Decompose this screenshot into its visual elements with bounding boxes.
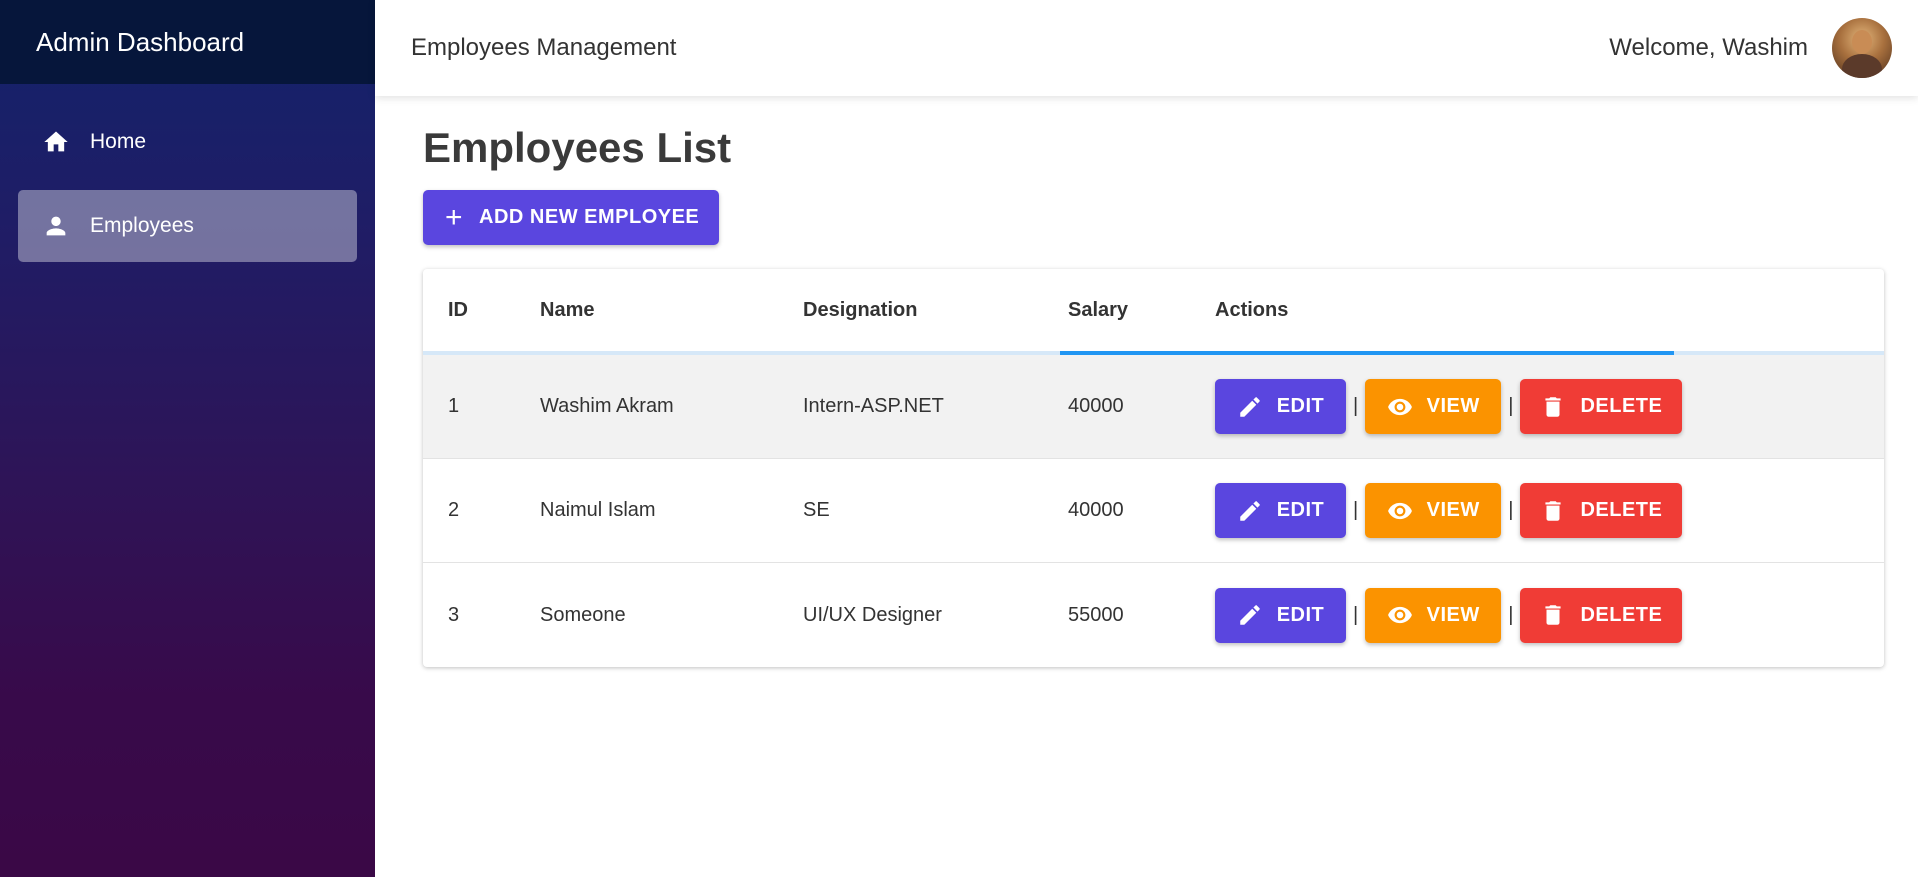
cell-designation: UI/UX Designer — [803, 603, 942, 626]
cell-salary: 40000 — [1068, 499, 1124, 521]
sidebar-item-label: Employees — [90, 214, 194, 237]
welcome-text: Welcome, Washim — [1609, 34, 1808, 61]
cell-salary: 55000 — [1068, 603, 1124, 626]
eye-icon — [1387, 606, 1412, 624]
topbar-title: Employees Management — [411, 34, 677, 61]
avatar[interactable] — [1832, 18, 1892, 78]
delete-label: DELETE — [1580, 603, 1663, 626]
sidebar-item-label: Home — [90, 130, 147, 153]
cell-id: 2 — [448, 499, 460, 521]
separator: | — [1508, 603, 1514, 626]
add-new-employee-button[interactable]: + ADD NEW EMPLOYEE — [423, 190, 719, 245]
pencil-icon — [1239, 396, 1260, 417]
sidebar-nav: Home Employees — [0, 84, 375, 262]
view-button[interactable]: VIEW — [1365, 587, 1502, 643]
avatar-body — [1842, 54, 1882, 78]
eye-icon — [1387, 502, 1412, 519]
add-button-label: ADD NEW EMPLOYEE — [479, 206, 700, 228]
view-label: VIEW — [1426, 395, 1480, 417]
trash-icon — [1545, 500, 1562, 521]
separator: | — [1353, 499, 1359, 521]
delete-button[interactable]: DELETE — [1520, 379, 1683, 434]
edit-label: EDIT — [1276, 499, 1325, 521]
cell-designation: SE — [803, 499, 830, 521]
separator: | — [1353, 603, 1359, 626]
cell-actions: EDIT | VIEW | DELETE — [1190, 587, 1884, 643]
sidebar: Admin Dashboard Home Employees — [0, 0, 375, 877]
cell-id: 3 — [448, 603, 460, 626]
edit-label: EDIT — [1276, 603, 1325, 626]
cell-id: 1 — [448, 395, 460, 417]
column-header-actions: Actions — [1215, 298, 1289, 321]
user-area: Welcome, Washim — [1609, 18, 1892, 78]
sidebar-item-home[interactable]: Home — [18, 106, 357, 178]
column-header-id: ID — [448, 298, 468, 321]
separator: | — [1353, 395, 1359, 417]
separator: | — [1508, 499, 1514, 521]
eye-icon — [1387, 398, 1412, 415]
employees-table: ID Name Designation Salary Actions 1 Was… — [423, 269, 1884, 667]
cell-name: Washim Akram — [540, 395, 674, 417]
trash-icon — [1545, 396, 1562, 417]
cell-salary: 40000 — [1068, 395, 1124, 417]
table-row: 2 Naimul Islam SE 40000 EDIT | VIEW | DE… — [423, 459, 1884, 563]
separator: | — [1508, 395, 1514, 417]
sidebar-item-employees[interactable]: Employees — [18, 190, 357, 262]
delete-button[interactable]: DELETE — [1520, 483, 1683, 538]
cell-name: Naimul Islam — [540, 499, 656, 521]
pencil-icon — [1239, 500, 1260, 521]
cell-actions: EDIT | VIEW | DELETE — [1190, 379, 1884, 434]
view-button[interactable]: VIEW — [1365, 379, 1502, 434]
cell-actions: EDIT | VIEW | DELETE — [1190, 483, 1884, 538]
sidebar-title: Admin Dashboard — [0, 0, 375, 84]
table-row: 1 Washim Akram Intern-ASP.NET 40000 EDIT… — [423, 355, 1884, 459]
delete-label: DELETE — [1580, 499, 1663, 521]
table-row: 3 Someone UI/UX Designer 55000 EDIT | VI… — [423, 563, 1884, 667]
trash-icon — [1545, 605, 1562, 625]
main-content: Employees List + ADD NEW EMPLOYEE ID Nam… — [423, 96, 1884, 667]
edit-button[interactable]: EDIT — [1215, 379, 1346, 434]
pencil-icon — [1239, 605, 1260, 625]
column-header-name: Name — [540, 298, 595, 321]
view-label: VIEW — [1426, 603, 1480, 626]
loading-progress-bar — [1060, 351, 1674, 355]
edit-label: EDIT — [1276, 395, 1325, 417]
person-icon — [42, 212, 70, 240]
delete-label: DELETE — [1580, 395, 1663, 417]
view-label: VIEW — [1426, 499, 1480, 521]
edit-button[interactable]: EDIT — [1215, 587, 1346, 643]
avatar-face — [1852, 30, 1872, 54]
topbar: Employees Management Welcome, Washim — [375, 0, 1918, 96]
column-header-designation: Designation — [803, 298, 918, 321]
table-header: ID Name Designation Salary Actions — [423, 269, 1884, 355]
column-header-salary: Salary — [1068, 298, 1129, 321]
cell-name: Someone — [540, 603, 626, 626]
view-button[interactable]: VIEW — [1365, 483, 1502, 538]
page-title: Employees List — [423, 124, 732, 171]
plus-icon: + — [445, 200, 464, 234]
edit-button[interactable]: EDIT — [1215, 483, 1346, 538]
delete-button[interactable]: DELETE — [1520, 587, 1683, 643]
home-icon — [42, 128, 70, 156]
cell-designation: Intern-ASP.NET — [803, 395, 944, 417]
